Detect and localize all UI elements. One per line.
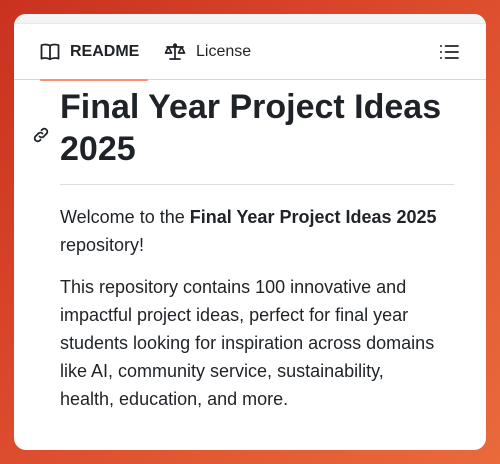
page-title: Final Year Project Ideas 2025 <box>60 86 454 185</box>
outline-button[interactable] <box>438 42 460 62</box>
readme-content: Final Year Project Ideas 2025 Welcome to… <box>33 86 454 413</box>
description-paragraph: This repository contains 100 innovative … <box>60 277 435 409</box>
readme-tab-bar: README License <box>14 24 486 81</box>
welcome-prefix: Welcome to the <box>60 207 190 227</box>
tab-license[interactable]: License <box>164 24 251 80</box>
card-top-strip <box>14 14 486 24</box>
readme-card: README License Final Year Project Ideas … <box>14 14 486 450</box>
tab-readme[interactable]: README <box>40 24 148 81</box>
active-tab-underline <box>40 79 148 81</box>
scale-icon <box>164 42 186 62</box>
title-section: Final Year Project Ideas 2025 <box>33 86 454 185</box>
link-icon[interactable] <box>32 126 50 144</box>
list-unordered-icon <box>438 45 460 66</box>
book-icon <box>40 43 60 61</box>
tab-readme-label: README <box>70 43 140 60</box>
welcome-paragraph: Welcome to the Final Year Project Ideas … <box>60 203 438 259</box>
welcome-bold-title: Final Year Project Ideas 2025 <box>189 207 437 227</box>
tab-license-label: License <box>196 43 252 60</box>
welcome-suffix: repository! <box>60 235 145 255</box>
